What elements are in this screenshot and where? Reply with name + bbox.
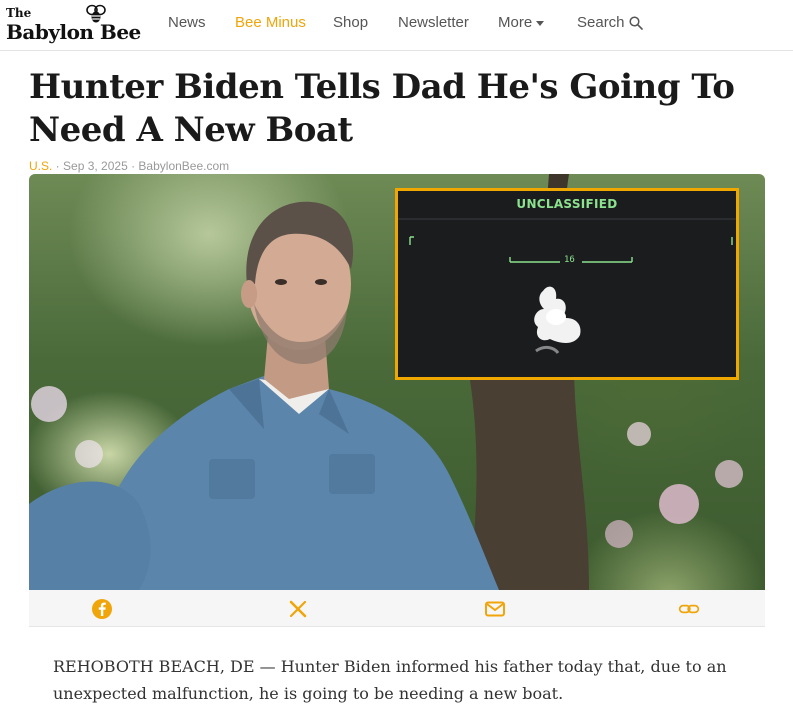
nav-news[interactable]: News (168, 14, 206, 31)
overlay-display (398, 218, 736, 354)
x-icon[interactable] (287, 598, 309, 620)
logo-name: Babylon Bee (6, 20, 141, 44)
article-hero-image: UNCLASSIFIED 16 (29, 174, 765, 590)
article-date: Sep 3, 2025 (63, 159, 128, 173)
nav-shop[interactable]: Shop (333, 14, 368, 31)
meta-separator: · (52, 159, 64, 173)
article-meta: U.S. · Sep 3, 2025 · BabylonBee.com (29, 159, 229, 173)
link-icon[interactable] (678, 598, 700, 620)
article-body: REHOBOTH BEACH, DE — Hunter Biden inform… (53, 657, 727, 703)
nav-bee-minus[interactable]: Bee Minus (235, 14, 306, 31)
meta-separator: · (127, 159, 139, 173)
video-inset: UNCLASSIFIED 16 (395, 188, 739, 380)
facebook-icon[interactable] (91, 598, 113, 620)
site-logo[interactable]: The Babylon Bee (6, 4, 141, 44)
nav-more-label: More (498, 14, 533, 31)
nav-search-label: Search (577, 14, 625, 31)
article-headline: Hunter Biden Tells Dad He's Going To Nee… (29, 67, 735, 150)
overlay-number: 16 (564, 255, 575, 265)
article-source: BabylonBee.com (138, 159, 230, 173)
share-bar (29, 590, 765, 627)
nav-search[interactable]: Search (577, 14, 643, 31)
email-icon[interactable] (484, 598, 506, 620)
site-header: The Babylon Bee News Bee Minus Shop News… (0, 0, 793, 51)
nav-newsletter[interactable]: Newsletter (398, 14, 469, 31)
nav-more[interactable]: More (498, 14, 545, 31)
search-icon (628, 16, 643, 30)
chevron-down-icon (536, 20, 545, 26)
logo-the: The (6, 6, 32, 20)
article-category[interactable]: U.S. (29, 159, 52, 173)
